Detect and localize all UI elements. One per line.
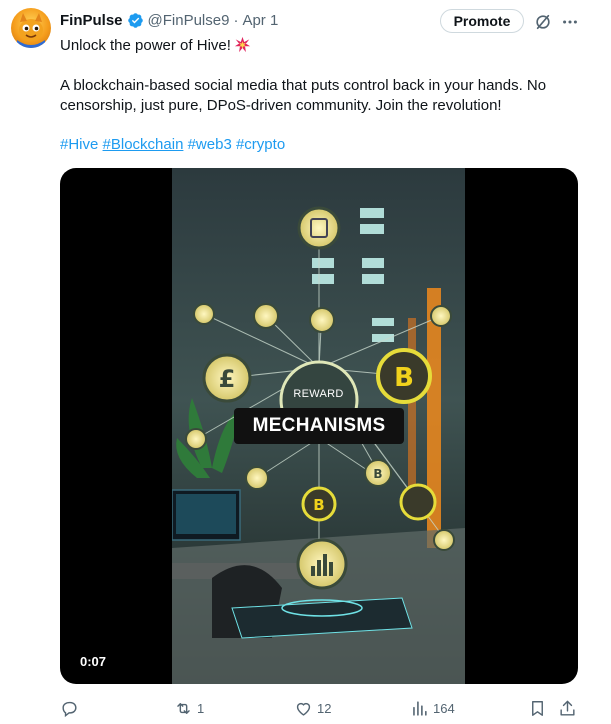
share-button[interactable] bbox=[558, 694, 577, 722]
post-headline: Unlock the power of Hive! bbox=[60, 37, 231, 54]
like-button[interactable]: 12 bbox=[294, 694, 331, 722]
views-button[interactable]: 164 bbox=[410, 694, 455, 722]
like-count: 12 bbox=[317, 700, 332, 716]
share-icon bbox=[558, 699, 577, 718]
promote-button[interactable]: Promote bbox=[440, 9, 524, 33]
grok-icon[interactable] bbox=[533, 12, 553, 32]
separator-dot: · bbox=[233, 11, 239, 29]
post-date[interactable]: Apr 1 bbox=[242, 12, 278, 29]
more-icon[interactable] bbox=[559, 12, 581, 32]
hashtag-web3[interactable]: #web3 bbox=[188, 136, 232, 153]
reply-icon bbox=[60, 699, 79, 718]
bookmark-icon bbox=[528, 699, 547, 718]
hashtags: #Hive #Blockchain #web3 #crypto bbox=[60, 135, 580, 155]
svg-text:B: B bbox=[373, 467, 382, 481]
post-header: FinPulse @FinPulse9 · Apr 1 bbox=[60, 9, 278, 31]
video-caption-big: MECHANISMS bbox=[234, 408, 404, 444]
author-handle[interactable]: @FinPulse9 bbox=[148, 12, 230, 29]
collision-emoji-icon bbox=[234, 36, 251, 59]
post-text-line1: Unlock the power of Hive! bbox=[60, 36, 580, 59]
bookmark-button[interactable] bbox=[528, 694, 547, 722]
post-body: A blockchain-based social media that put… bbox=[60, 77, 547, 114]
repost-count: 1 bbox=[197, 700, 205, 716]
author-name[interactable]: FinPulse bbox=[60, 12, 123, 29]
action-bar: 1 12 164 bbox=[60, 694, 580, 722]
video-player[interactable]: £ B B B REWARD MECHANISMS 0:07 bbox=[60, 168, 578, 684]
views-count: 164 bbox=[433, 700, 455, 716]
avatar[interactable] bbox=[11, 8, 51, 48]
verified-badge-icon bbox=[127, 12, 144, 29]
video-caption-small: REWARD bbox=[293, 388, 344, 400]
video-frame: £ B B B REWARD MECHANISMS bbox=[172, 168, 465, 684]
svg-text:B: B bbox=[313, 496, 324, 514]
repost-icon bbox=[174, 699, 193, 718]
hashtag-hive[interactable]: #Hive bbox=[60, 136, 98, 153]
video-timestamp: 0:07 bbox=[80, 654, 107, 669]
reply-button[interactable] bbox=[60, 694, 83, 722]
hashtag-blockchain[interactable]: #Blockchain bbox=[103, 136, 184, 153]
views-icon bbox=[410, 699, 429, 718]
like-icon bbox=[294, 699, 313, 718]
repost-button[interactable]: 1 bbox=[174, 694, 204, 722]
hashtag-crypto[interactable]: #crypto bbox=[236, 136, 285, 153]
